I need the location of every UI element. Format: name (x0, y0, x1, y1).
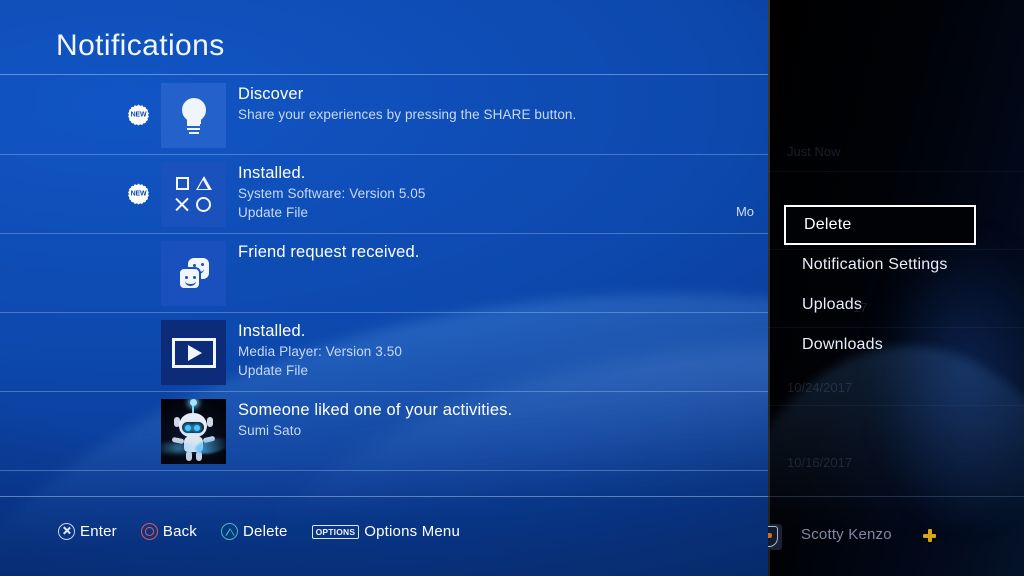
notification-subtitle: Media Player: Version 3.50 (238, 343, 402, 359)
notification-title: Friend request received. (238, 243, 420, 261)
notification-subtitle: Sumi Sato (238, 422, 302, 438)
menu-item-delete[interactable]: Delete (784, 205, 976, 245)
ps-plus-icon (923, 529, 936, 542)
notification-text: Installed. Media Player: Version 3.50 Up… (238, 321, 754, 380)
triangle-symbol-icon (195, 175, 212, 190)
astro-bot-avatar-icon (161, 399, 226, 464)
hint-label: Enter (80, 523, 117, 540)
notification-title: Installed. (238, 322, 306, 340)
square-symbol-icon (175, 176, 189, 190)
notification-subtitle-2: Update File (238, 204, 309, 220)
notification-subtitle-2: Update File (238, 362, 309, 378)
ghost-divider (768, 171, 1024, 172)
hint-options-menu[interactable]: OPTIONS Options Menu (311, 523, 461, 540)
notification-row-media-player[interactable]: Installed. Media Player: Version 3.50 Up… (0, 313, 768, 392)
lightbulb-icon (161, 83, 226, 148)
ps4-notifications-screen: Notifications NEW Discover Share your ex… (0, 0, 1024, 576)
user-profile-area[interactable]: Scotty Kenzo (768, 496, 1024, 576)
notification-row-activity-like[interactable]: Someone liked one of your activities. Su… (0, 392, 768, 471)
ghost-timestamp: 10/24/2017 (787, 380, 853, 395)
notification-subtitle: Share your experiences by pressing the S… (238, 106, 577, 122)
hint-delete[interactable]: Delete (221, 523, 288, 540)
notification-row-system-software[interactable]: NEW Installed. System Software: Version … (0, 155, 768, 234)
circle-symbol-icon (195, 196, 211, 212)
notification-list: NEW Discover Share your experiences by p… (0, 76, 768, 496)
notification-title: Installed. (238, 164, 306, 182)
avatar (768, 524, 782, 550)
notification-row-friend-request[interactable]: Friend request received. (0, 234, 768, 313)
notification-subtitle: System Software: Version 5.05 (238, 185, 426, 201)
media-player-icon (161, 320, 226, 385)
notification-row-discover[interactable]: NEW Discover Share your experiences by p… (0, 76, 768, 155)
ghost-divider (768, 405, 1024, 406)
hint-enter[interactable]: Enter (58, 523, 117, 540)
options-menu-list: Delete Notification Settings Uploads Dow… (784, 205, 976, 365)
ghost-timestamp: Just Now (787, 144, 841, 159)
circle-button-icon (140, 523, 158, 540)
playstation-symbols-icon (161, 162, 226, 227)
friends-faces-icon (161, 241, 226, 306)
user-name: Scotty Kenzo (801, 526, 892, 543)
notification-text: Discover Share your experiences by press… (238, 84, 754, 124)
options-menu-panel: Just Now AM 17 10/24/2017 10/16/2017 Del… (768, 0, 1024, 576)
new-badge-icon: NEW (128, 183, 149, 205)
options-button-icon: OPTIONS (311, 524, 360, 539)
notification-text: Someone liked one of your activities. Su… (238, 400, 754, 440)
notification-text: Friend request received. (238, 242, 754, 263)
notification-title: Discover (238, 85, 304, 103)
page-header: Notifications (0, 0, 768, 75)
cross-button-icon (58, 523, 75, 540)
notification-text: Installed. System Software: Version 5.05… (238, 163, 754, 222)
menu-item-notification-settings[interactable]: Notification Settings (784, 245, 976, 285)
menu-item-uploads[interactable]: Uploads (784, 285, 976, 325)
hint-label: Options Menu (364, 523, 461, 540)
footer-bar: Enter Back Delete OPTIONS Options Menu (0, 496, 768, 576)
new-badge-icon: NEW (128, 104, 149, 126)
button-hints: Enter Back Delete OPTIONS Options Menu (58, 523, 460, 540)
panel-left-edge (768, 0, 770, 576)
ghost-timestamp: 10/16/2017 (787, 455, 853, 470)
menu-item-downloads[interactable]: Downloads (784, 325, 976, 365)
page-title: Notifications (56, 29, 225, 62)
triangle-button-icon (221, 523, 239, 540)
hint-back[interactable]: Back (140, 523, 198, 540)
notification-timestamp: Mo (735, 204, 754, 219)
hint-label: Back (162, 523, 198, 540)
hint-label: Delete (243, 523, 288, 540)
notification-title: Someone liked one of your activities. (238, 401, 513, 419)
cross-symbol-icon (175, 197, 190, 212)
